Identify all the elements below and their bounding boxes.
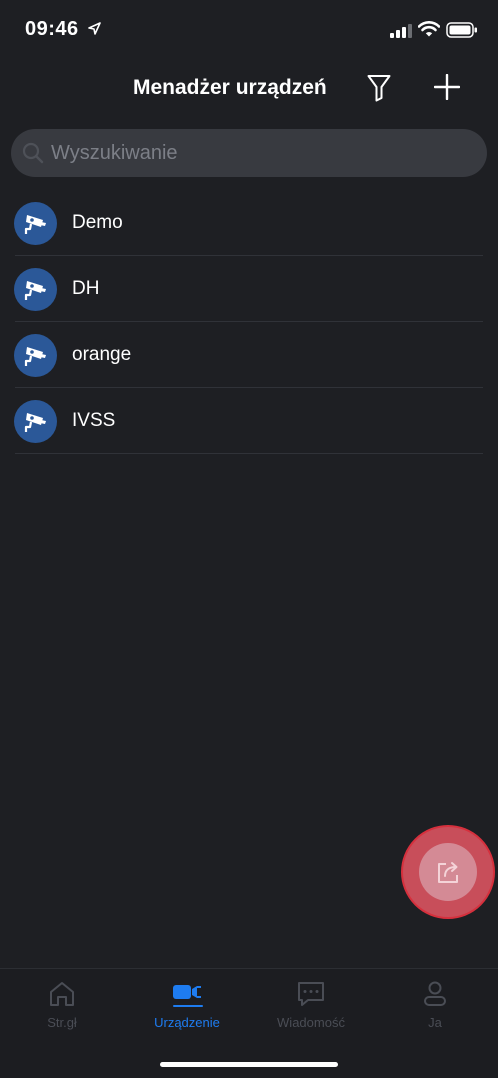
tab-home[interactable]: Str.gł <box>7 979 117 1039</box>
user-icon <box>424 981 446 1006</box>
device-name: orange <box>72 344 132 365</box>
add-device-button[interactable] <box>430 70 464 104</box>
location-arrow-icon <box>88 22 101 40</box>
tab-label: Wiadomość <box>277 1015 345 1030</box>
status-time: 09:46 <box>25 18 79 40</box>
device-avatar <box>14 202 57 245</box>
battery-icon <box>446 22 478 43</box>
tab-me[interactable]: Ja <box>380 979 490 1039</box>
active-tab-indicator <box>173 1005 203 1007</box>
device-name: DH <box>72 278 100 299</box>
device-name: Demo <box>72 212 123 233</box>
message-icon <box>298 982 324 1006</box>
cctv-camera-icon <box>24 346 46 366</box>
tab-label: Ja <box>428 1015 442 1030</box>
status-bar: 09:46 <box>0 0 498 60</box>
device-item-dh[interactable]: DH <box>0 256 498 322</box>
device-item-demo[interactable]: Demo <box>0 190 498 256</box>
cctv-camera-icon <box>24 214 46 234</box>
tab-label: Urządzenie <box>154 1015 220 1030</box>
device-manager-screen: 09:46 Menadżer urządzeń Wyszukiwanie Dem… <box>0 0 498 1078</box>
tab-messages[interactable]: Wiadomość <box>256 979 366 1039</box>
device-name: IVSS <box>72 410 116 431</box>
cctv-camera-icon <box>24 280 46 300</box>
device-item-ivss[interactable]: IVSS <box>0 388 498 454</box>
wifi-icon <box>417 21 441 43</box>
share-icon <box>438 862 458 883</box>
device-avatar <box>14 400 57 443</box>
share-fab-inner <box>419 843 477 901</box>
home-indicator[interactable] <box>160 1062 338 1067</box>
tab-devices[interactable]: Urządzenie <box>132 979 242 1039</box>
device-avatar <box>14 268 57 311</box>
cellular-signal-icon <box>390 24 412 43</box>
filter-icon <box>367 75 391 102</box>
list-divider <box>15 453 483 454</box>
cctv-camera-icon <box>24 412 46 432</box>
tab-label: Str.gł <box>47 1015 77 1030</box>
share-fab-button[interactable] <box>401 825 495 919</box>
filter-button[interactable] <box>362 71 396 105</box>
header: Menadżer urządzeń <box>0 60 498 118</box>
search-input[interactable] <box>51 129 471 177</box>
device-item-orange[interactable]: orange <box>0 322 498 388</box>
plus-icon <box>434 74 460 100</box>
device-list: Demo DH orange IVSS <box>0 190 498 454</box>
device-avatar <box>14 334 57 377</box>
search-bar[interactable] <box>11 129 487 177</box>
page-title: Menadżer urządzeń <box>133 76 327 99</box>
home-icon <box>50 982 74 1006</box>
search-icon <box>21 141 45 170</box>
